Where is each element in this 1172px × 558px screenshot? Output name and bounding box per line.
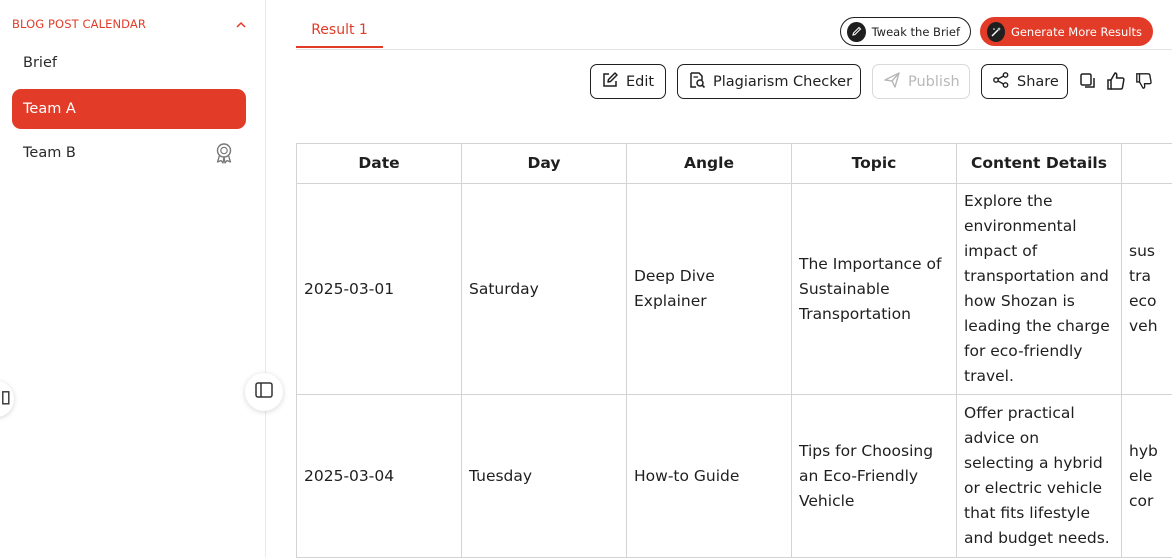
cell-line: hyb [1129, 441, 1158, 460]
tweak-brief-button[interactable]: Tweak the Brief [840, 17, 971, 46]
cell-line: ele [1129, 466, 1153, 485]
expand-panel-button[interactable] [0, 381, 14, 417]
publish-label: Publish [908, 73, 960, 90]
cell-line: leading the charge [964, 317, 1110, 335]
cell-content-details: Explore the environmental impact of tran… [956, 183, 1122, 395]
column-header-content-details: Content Details [956, 143, 1122, 184]
share-icon [992, 71, 1010, 93]
cell-line: Vehicle [799, 491, 855, 510]
cell-line: travel. [964, 367, 1014, 385]
cell-line: transportation and [964, 267, 1109, 285]
column-header-date: Date [296, 143, 462, 184]
cell-line: for eco-friendly [964, 342, 1083, 360]
cell-angle: Deep Dive Explainer [626, 183, 792, 395]
cell-line: Tips for Choosing [799, 441, 934, 460]
thumbs-down-icon[interactable] [1135, 70, 1153, 92]
sidebar-item-team-b[interactable]: Team B [12, 133, 246, 173]
copy-icon[interactable] [1077, 70, 1099, 92]
send-icon [883, 71, 901, 93]
cell-line: that fits lifestyle [964, 504, 1091, 522]
collapse-sidebar-button[interactable] [245, 373, 283, 411]
cell-line: sus [1129, 242, 1155, 260]
column-header-topic: Topic [791, 143, 957, 184]
publish-button[interactable]: Publish [872, 64, 970, 99]
cell-topic: The Importance of Sustainable Transporta… [791, 183, 957, 395]
edit-icon [601, 71, 619, 93]
cell-line: Transportation [799, 304, 911, 323]
sidebar-item-label: Team A [23, 101, 76, 117]
cell-line: Explainer [634, 292, 707, 310]
award-badge-icon [213, 142, 235, 164]
cell-truncated: sus tra eco veh [1121, 183, 1172, 395]
sidebar-item-label: Team B [23, 145, 76, 161]
cell-topic: Tips for Choosing an Eco-Friendly Vehicl… [791, 394, 957, 558]
cell-line: tra [1129, 267, 1151, 285]
cell-line: Offer practical [964, 404, 1075, 422]
table-header-row: Date Day Angle Topic Content Details [296, 143, 1172, 184]
generate-more-results-button[interactable]: Generate More Results [980, 17, 1153, 46]
cell-line: impact of [964, 242, 1038, 260]
cell-line: Sustainable [799, 279, 890, 298]
sidebar-toggle-icon [255, 382, 273, 402]
pencil-icon [847, 21, 866, 42]
edit-button[interactable]: Edit [590, 64, 666, 99]
column-header-truncated [1121, 143, 1172, 184]
cell-line: Deep Dive [634, 267, 715, 285]
table-row: 2025-03-04 Tuesday How-to Guide Tips for… [296, 394, 1172, 558]
plagiarism-checker-label: Plagiarism Checker [713, 73, 853, 90]
document-search-icon [688, 71, 706, 93]
cell-day: Tuesday [461, 394, 627, 558]
cell-line: cor [1129, 491, 1154, 510]
cell-line: how Shozan is [964, 292, 1075, 310]
cell-line: environmental [964, 217, 1077, 235]
sidebar-section-title: BLOG POST CALENDAR [12, 17, 146, 31]
sidebar-item-team-a[interactable]: Team A [12, 89, 246, 129]
tweak-brief-label: Tweak the Brief [871, 24, 960, 39]
cell-truncated: hyb ele cor [1121, 394, 1172, 558]
calendar-table: Date Day Angle Topic Content Details 202… [296, 143, 1172, 558]
panel-icon [2, 390, 10, 409]
cell-line: and budget needs. [964, 529, 1110, 547]
sidebar-section-header[interactable]: BLOG POST CALENDAR [12, 15, 248, 33]
sidebar-item-label: Brief [23, 55, 57, 71]
cell-date: 2025-03-01 [296, 183, 462, 395]
edit-label: Edit [626, 73, 655, 90]
tab-result-1[interactable]: Result 1 [296, 14, 383, 48]
plagiarism-checker-button[interactable]: Plagiarism Checker [677, 64, 861, 99]
cell-angle: How-to Guide [626, 394, 792, 558]
cell-line: advice on [964, 429, 1040, 447]
cell-line: The Importance of [799, 254, 942, 273]
sidebar: BLOG POST CALENDAR Brief Team A Team B [0, 0, 266, 558]
cell-date: 2025-03-04 [296, 394, 462, 558]
magic-wand-icon [987, 21, 1005, 42]
cell-line: or electric vehicle [964, 479, 1103, 497]
generate-more-results-label: Generate More Results [1010, 24, 1142, 39]
cell-content-details: Offer practical advice on selecting a hy… [956, 394, 1122, 558]
chevron-up-icon[interactable] [234, 17, 248, 31]
cell-line: eco [1129, 292, 1157, 310]
column-header-day: Day [461, 143, 627, 184]
column-header-angle: Angle [626, 143, 792, 184]
cell-line: Explore the [964, 192, 1053, 210]
cell-line: an Eco-Friendly [799, 466, 919, 485]
thumbs-up-icon[interactable] [1105, 70, 1127, 92]
sidebar-item-brief[interactable]: Brief [12, 43, 246, 83]
table-row: 2025-03-01 Saturday Deep Dive Explainer … [296, 183, 1172, 395]
cell-day: Saturday [461, 183, 627, 395]
calendar-table-container[interactable]: Date Day Angle Topic Content Details 202… [296, 143, 1172, 558]
share-label: Share [1017, 73, 1059, 90]
cell-line: selecting a hybrid [964, 454, 1103, 472]
cell-line: How-to Guide [634, 466, 740, 485]
cell-line: veh [1129, 317, 1158, 335]
share-button[interactable]: Share [981, 64, 1068, 99]
